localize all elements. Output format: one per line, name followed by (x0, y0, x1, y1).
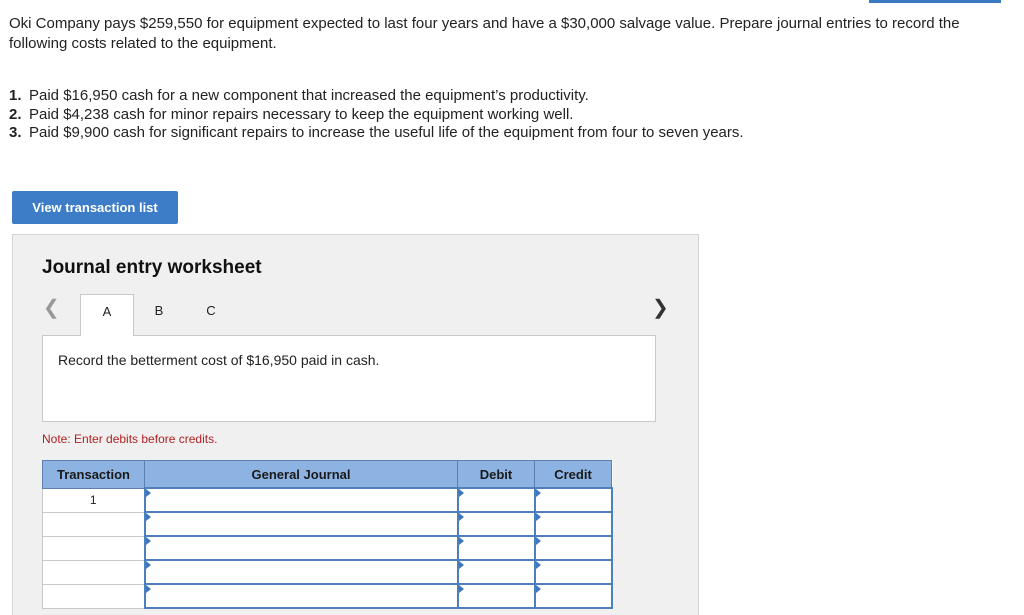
requirement-item: 3. Paid $9,900 cash for significant repai… (9, 124, 744, 143)
requirements-list: 1. Paid $16,950 cash for a new component … (9, 87, 744, 143)
transaction-cell (42, 583, 145, 609)
table-row (42, 511, 613, 537)
table-row (42, 559, 613, 585)
transaction-cell (42, 559, 145, 585)
requirement-text: Paid $9,900 cash for significant repairs… (29, 124, 744, 141)
tab-c[interactable]: C (199, 294, 223, 334)
requirement-text: Paid $4,238 cash for minor repairs neces… (29, 105, 574, 123)
chevron-left-icon[interactable]: ❮ (43, 298, 60, 318)
credit-input[interactable] (533, 583, 613, 609)
instruction-box: Record the betterment cost of $16,950 pa… (42, 335, 656, 422)
table-row (42, 535, 613, 561)
table-row (42, 583, 613, 609)
account-select[interactable] (143, 487, 459, 513)
journal-entry-worksheet: Journal entry worksheet ❮ A B C ❯ Record… (12, 234, 699, 615)
debit-input[interactable] (456, 487, 536, 513)
chevron-right-icon[interactable]: ❯ (652, 298, 669, 318)
credit-input[interactable] (533, 559, 613, 585)
debit-input[interactable] (456, 583, 536, 609)
transaction-cell: 1 (42, 487, 145, 513)
column-header-transaction: Transaction (42, 460, 145, 489)
debit-input[interactable] (456, 559, 536, 585)
debit-input[interactable] (456, 535, 536, 561)
column-header-credit: Credit (534, 460, 612, 489)
transaction-cell (42, 511, 145, 537)
requirement-text: Paid $16,950 cash for a new component th… (29, 87, 589, 104)
requirement-item: 2. Paid $4,238 cash for minor repairs nec… (9, 106, 744, 125)
tab-a[interactable]: A (80, 294, 134, 336)
view-transaction-list-button[interactable]: View transaction list (12, 191, 178, 224)
requirement-item: 1. Paid $16,950 cash for a new component … (9, 87, 744, 106)
account-select[interactable] (143, 559, 459, 585)
top-accent-bar (869, 0, 1001, 3)
column-header-debit: Debit (457, 460, 535, 489)
requirement-number: 1. (9, 87, 22, 104)
account-select[interactable] (143, 535, 459, 561)
problem-intro: Oki Company pays $259,550 for equipment … (9, 15, 960, 52)
account-select[interactable] (143, 583, 459, 609)
worksheet-title: Journal entry worksheet (42, 257, 262, 278)
column-header-general-journal: General Journal (144, 460, 458, 489)
credit-input[interactable] (533, 511, 613, 537)
requirement-number: 3. (9, 124, 22, 141)
table-row: 1 (42, 487, 613, 513)
instruction-text: Record the betterment cost of $16,950 pa… (58, 352, 380, 368)
transaction-cell (42, 535, 145, 561)
debit-input[interactable] (456, 511, 536, 537)
credit-input[interactable] (533, 535, 613, 561)
journal-table: Transaction General Journal Debit Credit… (42, 460, 613, 609)
requirement-number: 2. (9, 105, 22, 123)
tab-b[interactable]: B (147, 294, 171, 334)
note-text: Note: Enter debits before credits. (42, 432, 218, 446)
account-select[interactable] (143, 511, 459, 537)
credit-input[interactable] (533, 487, 613, 513)
